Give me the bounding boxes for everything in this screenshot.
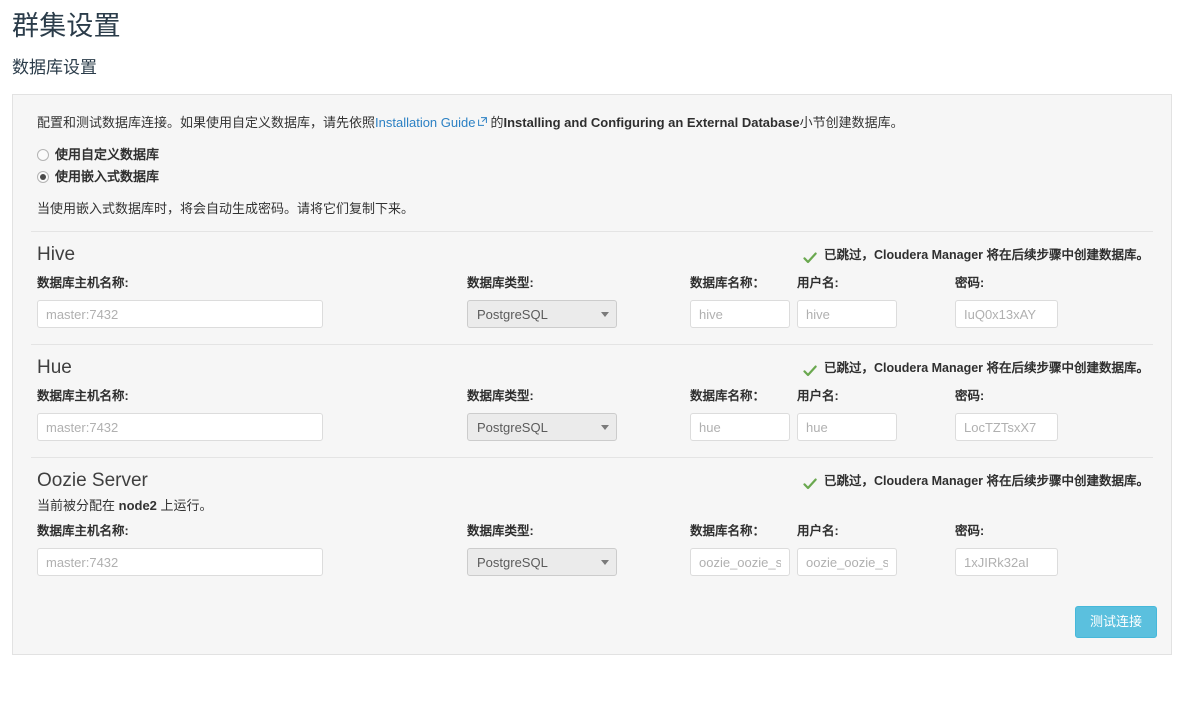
field-host-oozie: 数据库主机名称: (37, 522, 467, 576)
label-password-hue: 密码: (955, 389, 985, 403)
radio-icon-embedded[interactable] (37, 171, 49, 183)
field-dbname-hive: 数据库名称： (690, 274, 797, 328)
chevron-down-icon (601, 559, 609, 565)
service-block-hue: Hue 已跳过，Cloudera Manager 将在后续步骤中创建数据库。 数… (31, 345, 1153, 445)
radio-icon-custom[interactable] (37, 149, 49, 161)
service-status-hive: 已跳过，Cloudera Manager 将在后续步骤中创建数据库。 (803, 242, 1149, 268)
service-block-oozie: Oozie Server 已跳过，Cloudera Manager 将在后续步骤… (31, 458, 1153, 580)
input-host-hue[interactable] (37, 413, 323, 441)
service-status-text-oozie: 已跳过，Cloudera Manager 将在后续步骤中创建数据库。 (823, 474, 1149, 488)
label-type-hive: 数据库类型: (467, 276, 534, 290)
input-username-hive[interactable] (797, 300, 897, 328)
label-type-oozie: 数据库类型: (467, 524, 534, 538)
input-password-hive[interactable] (955, 300, 1058, 328)
panel-body: 配置和测试数据库连接。如果使用自定义数据库，请先依照Installation G… (13, 95, 1171, 588)
service-status-text-hue: 已跳过，Cloudera Manager 将在后续步骤中创建数据库。 (823, 361, 1149, 375)
input-dbname-hue[interactable] (690, 413, 790, 441)
service-fields-oozie: 数据库主机名称: 数据库类型: PostgreSQL 数据库名称： (31, 516, 1153, 576)
installation-guide-link[interactable]: Installation Guide (375, 115, 475, 130)
field-password-hue: 密码: (955, 387, 1075, 441)
select-db-type-hue[interactable]: PostgreSQL (467, 413, 617, 441)
field-username-hue: 用户名: (797, 387, 955, 441)
label-username-oozie: 用户名: (797, 524, 839, 538)
embedded-db-note: 当使用嵌入式数据库时，将会自动生成密码。请将它们复制下来。 (37, 201, 415, 216)
service-header-hue: Hue 已跳过，Cloudera Manager 将在后续步骤中创建数据库。 (31, 355, 1153, 381)
assignment-note-oozie: 当前被分配在 node2 上运行。 (37, 496, 1153, 516)
page-title: 群集设置 (12, 11, 121, 41)
service-header-oozie: Oozie Server 已跳过，Cloudera Manager 将在后续步骤… (31, 468, 1153, 494)
label-type-hue: 数据库类型: (467, 389, 534, 403)
assignment-note-suffix: 上运行。 (156, 498, 213, 513)
service-name-hue: Hue (37, 357, 72, 378)
select-db-type-hive[interactable]: PostgreSQL (467, 300, 617, 328)
select-value-db-type-hive: PostgreSQL (477, 306, 548, 322)
service-status-hue: 已跳过，Cloudera Manager 将在后续步骤中创建数据库。 (803, 355, 1149, 381)
input-password-oozie[interactable] (955, 548, 1058, 576)
label-dbname-hive: 数据库名称： (690, 276, 766, 290)
label-password-oozie: 密码: (955, 524, 985, 538)
database-settings-panel: 配置和测试数据库连接。如果使用自定义数据库，请先依照Installation G… (12, 94, 1172, 655)
service-block-hive: Hive 已跳过，Cloudera Manager 将在后续步骤中创建数据库。 … (31, 232, 1153, 332)
service-name-hive: Hive (37, 244, 76, 265)
select-value-db-type-oozie: PostgreSQL (477, 554, 548, 570)
intro-bold-text: Installing and Configuring an External D… (503, 115, 800, 130)
input-dbname-hive[interactable] (690, 300, 790, 328)
intro-text-before: 配置和测试数据库连接。如果使用自定义数据库，请先依照 (37, 115, 376, 130)
field-password-hive: 密码: (955, 274, 1075, 328)
input-host-hive[interactable] (37, 300, 323, 328)
label-host-oozie: 数据库主机名称: (37, 524, 129, 538)
label-dbname-hue: 数据库名称： (690, 389, 766, 403)
field-type-oozie: 数据库类型: PostgreSQL (467, 522, 690, 576)
external-link-icon (478, 117, 488, 126)
input-password-hue[interactable] (955, 413, 1058, 441)
service-status-text-hive: 已跳过，Cloudera Manager 将在后续步骤中创建数据库。 (823, 248, 1149, 262)
check-icon (803, 248, 817, 264)
assignment-note-prefix: 当前被分配在 (37, 498, 119, 513)
service-fields-hue: 数据库主机名称: 数据库类型: PostgreSQL 数据库名称： (31, 381, 1153, 441)
check-icon (803, 361, 817, 377)
field-password-oozie: 密码: (955, 522, 1075, 576)
label-dbname-oozie: 数据库名称： (690, 524, 766, 538)
field-host-hive: 数据库主机名称: (37, 274, 467, 328)
service-status-oozie: 已跳过，Cloudera Manager 将在后续步骤中创建数据库。 (803, 468, 1149, 494)
label-host-hive: 数据库主机名称: (37, 276, 129, 290)
check-icon (803, 474, 817, 490)
assignment-note-host: node2 (118, 498, 157, 513)
service-header-hive: Hive 已跳过，Cloudera Manager 将在后续步骤中创建数据库。 (31, 242, 1153, 268)
field-username-hive: 用户名: (797, 274, 955, 328)
input-username-hue[interactable] (797, 413, 897, 441)
field-dbname-oozie: 数据库名称： (690, 522, 797, 576)
label-username-hue: 用户名: (797, 389, 839, 403)
input-username-oozie[interactable] (797, 548, 897, 576)
chevron-down-icon (601, 424, 609, 430)
field-dbname-hue: 数据库名称： (690, 387, 797, 441)
chevron-down-icon (601, 311, 609, 317)
input-host-oozie[interactable] (37, 548, 323, 576)
intro-text-after: 的 (490, 115, 504, 130)
section-title: 数据库设置 (12, 58, 97, 77)
input-dbname-oozie[interactable] (690, 548, 790, 576)
intro-text-end: 小节创建数据库。 (799, 115, 904, 130)
database-setup-page: 群集设置 数据库设置 配置和测试数据库连接。如果使用自定义数据库，请先依照Ins… (0, 0, 1184, 655)
select-value-db-type-hue: PostgreSQL (477, 419, 548, 435)
radio-label-embedded: 使用嵌入式数据库 (55, 169, 160, 184)
field-type-hive: 数据库类型: PostgreSQL (467, 274, 690, 328)
field-type-hue: 数据库类型: PostgreSQL (467, 387, 690, 441)
select-db-type-oozie[interactable]: PostgreSQL (467, 548, 617, 576)
radio-custom-database[interactable]: 使用自定义数据库 (37, 145, 1153, 165)
panel-footer: 测试连接 (13, 588, 1171, 654)
test-connection-button[interactable]: 测试连接 (1074, 606, 1157, 638)
field-username-oozie: 用户名: (797, 522, 955, 576)
radio-embedded-database[interactable]: 使用嵌入式数据库 (37, 167, 1153, 187)
label-password-hive: 密码: (955, 276, 985, 290)
field-host-hue: 数据库主机名称: (37, 387, 467, 441)
radio-label-custom: 使用自定义数据库 (55, 147, 160, 162)
label-host-hue: 数据库主机名称: (37, 389, 129, 403)
service-name-oozie: Oozie Server (37, 470, 148, 491)
service-fields-hive: 数据库主机名称: 数据库类型: PostgreSQL 数据库名称： (31, 268, 1153, 328)
label-username-hive: 用户名: (797, 276, 839, 290)
intro-text: 配置和测试数据库连接。如果使用自定义数据库，请先依照Installation G… (37, 113, 1153, 133)
